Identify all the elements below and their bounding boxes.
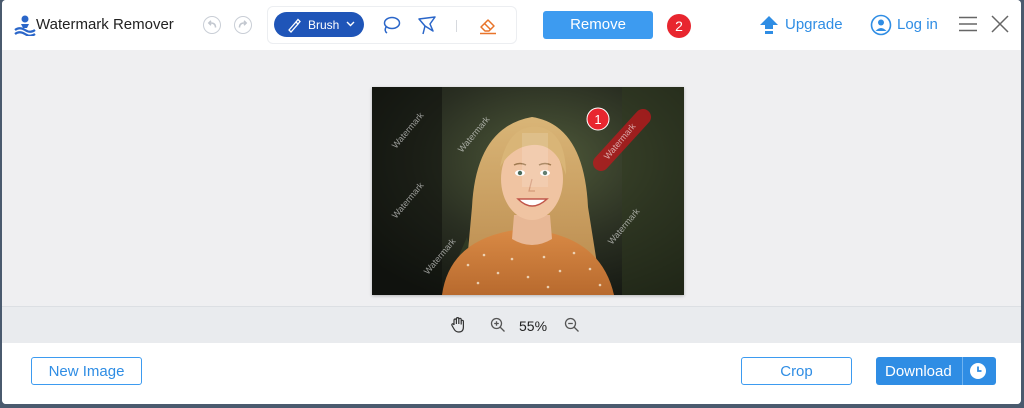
brush-tool-button[interactable]: Brush [274,12,364,37]
clock-icon[interactable] [969,362,987,380]
hand-icon[interactable] [449,316,467,334]
redo-icon [238,20,248,28]
bottom-bar: New Image Crop Download [2,343,1021,404]
upgrade-arrow-icon [760,16,778,34]
redo-button[interactable] [234,16,252,34]
zoom-bar: 55% [2,306,1021,343]
undo-button[interactable] [203,16,221,34]
tool-divider [456,20,457,32]
lasso-icon[interactable] [380,14,402,36]
download-divider [962,357,963,385]
step-badge-remove: 2 [667,14,691,38]
selection-tools: Brush [267,6,517,44]
download-label: Download [885,363,952,380]
logo-icon [14,15,36,36]
crop-button[interactable]: Crop [741,357,852,385]
zoom-in-icon[interactable] [489,316,507,334]
zoom-out-icon[interactable] [563,316,581,334]
app-title: Watermark Remover [36,16,174,33]
canvas-area: Watermark Watermark Watermark Watermark … [2,50,1021,306]
top-toolbar: Watermark Remover Brush Remove 2 Upgrade… [2,0,1021,50]
polygon-lasso-icon[interactable] [416,14,438,36]
eraser-icon[interactable] [477,14,499,36]
remove-button[interactable]: Remove [543,11,653,39]
user-icon [870,14,892,36]
undo-icon [207,20,217,28]
zoom-level: 55% [519,318,548,334]
editing-image[interactable]: Watermark Watermark Watermark Watermark … [372,87,684,295]
login-label: Log in [897,16,938,33]
close-icon[interactable] [990,14,1010,34]
new-image-button[interactable]: New Image [31,357,142,385]
download-button[interactable]: Download [876,357,996,385]
brush-icon [288,18,301,33]
chevron-down-icon [346,21,355,27]
upgrade-label: Upgrade [785,16,843,33]
menu-icon[interactable] [958,14,978,34]
step-badge-area-label: 1 [594,112,601,127]
app-window: Watermark Remover Brush Remove 2 Upgrade… [2,0,1021,404]
brush-label: Brush [308,18,340,32]
